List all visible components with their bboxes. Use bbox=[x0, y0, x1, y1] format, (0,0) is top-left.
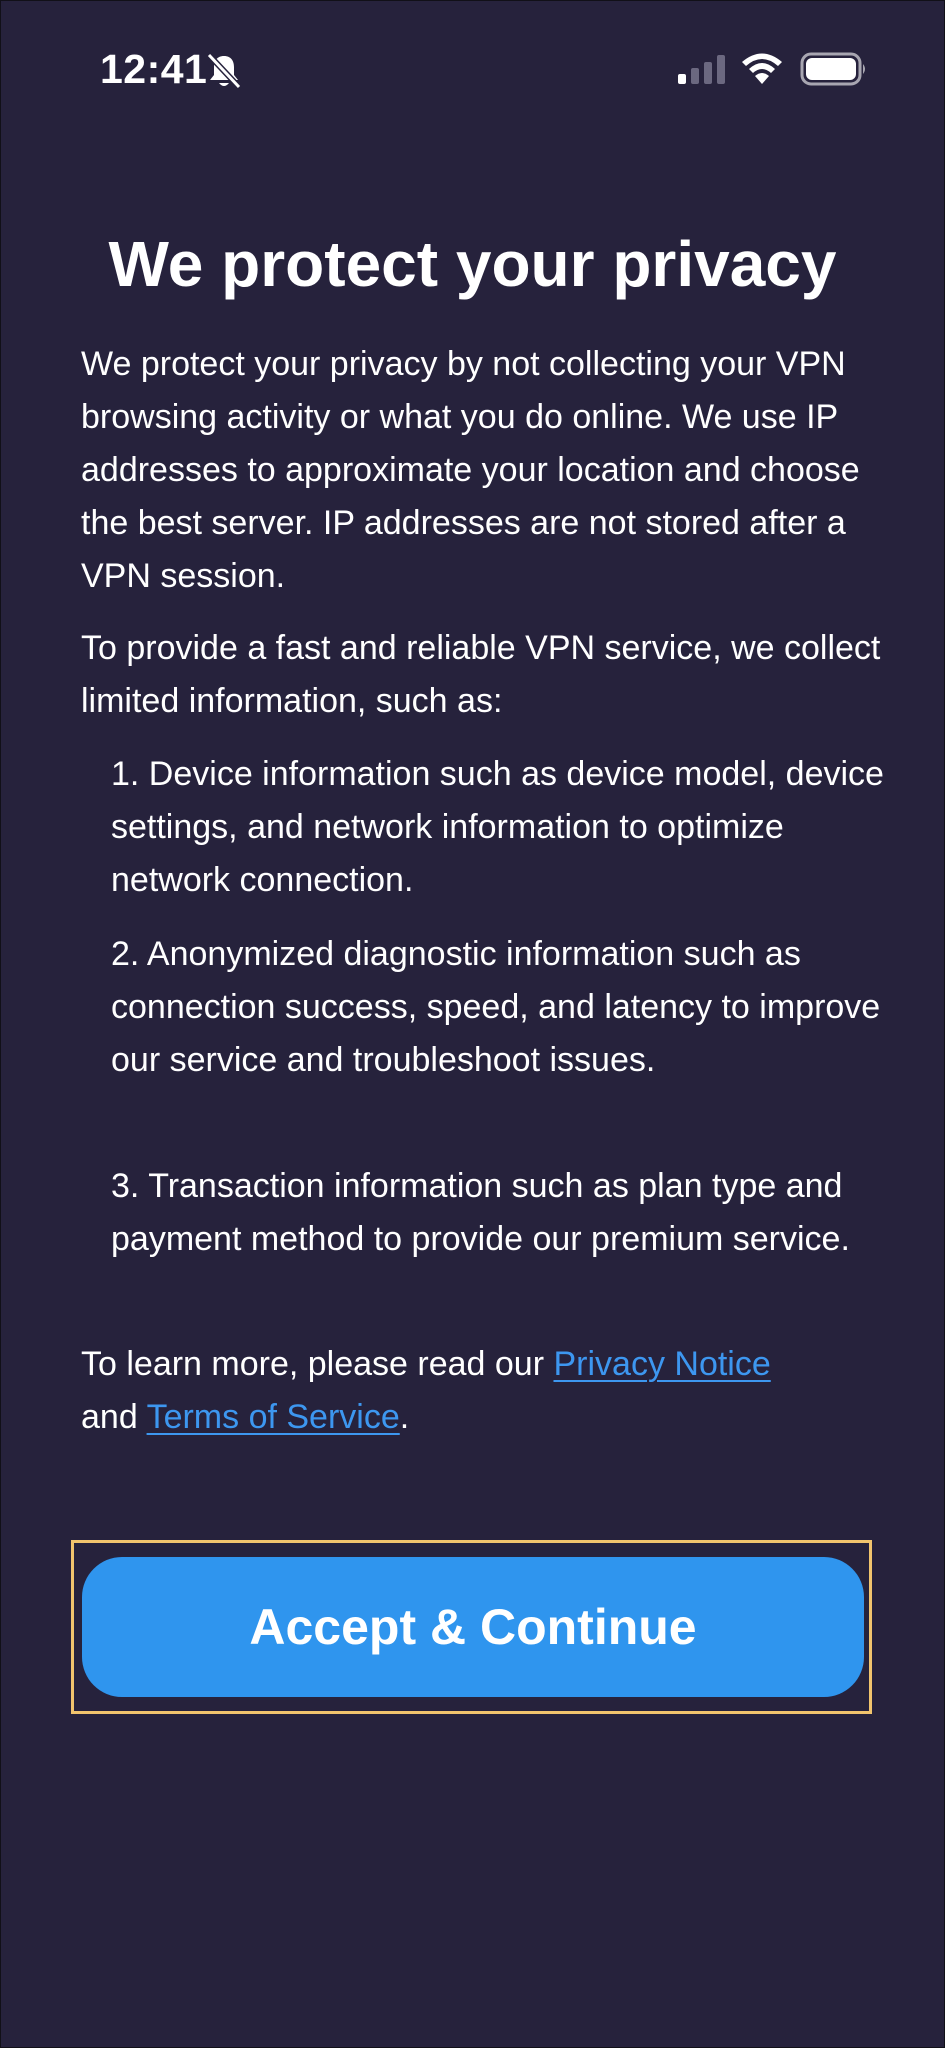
status-bar: 12:41 bbox=[0, 0, 945, 140]
learn-more-suffix: . bbox=[399, 1398, 410, 1436]
cellular-signal-icon bbox=[678, 55, 725, 84]
learn-more-middle: and bbox=[81, 1398, 147, 1436]
privacy-notice-link[interactable]: Privacy Notice bbox=[553, 1345, 770, 1383]
terms-of-service-link[interactable]: Terms of Service bbox=[147, 1398, 400, 1436]
list-item-diagnostic-info: 2. Anonymized diagnostic information suc… bbox=[111, 935, 881, 1079]
privacy-intro-text: We protect your privacy by not collectin… bbox=[81, 345, 860, 595]
data-collection-intro-text: To provide a fast and reliable VPN servi… bbox=[81, 629, 881, 720]
accept-continue-button[interactable]: Accept & Continue bbox=[82, 1557, 864, 1697]
page-title: We protect your privacy bbox=[108, 228, 837, 300]
bell-slash-icon bbox=[206, 52, 242, 90]
list-item-device-info: 1. Device information such as device mod… bbox=[111, 755, 884, 899]
wifi-icon bbox=[742, 53, 782, 84]
battery-icon bbox=[800, 52, 865, 86]
status-time: 12:41 bbox=[100, 46, 208, 92]
list-item-transaction-info: 3. Transaction information such as plan … bbox=[111, 1167, 850, 1258]
learn-more-prefix: To learn more, please read our bbox=[81, 1345, 554, 1383]
learn-more-text: To learn more, please read our Privacy N… bbox=[81, 1338, 881, 1444]
